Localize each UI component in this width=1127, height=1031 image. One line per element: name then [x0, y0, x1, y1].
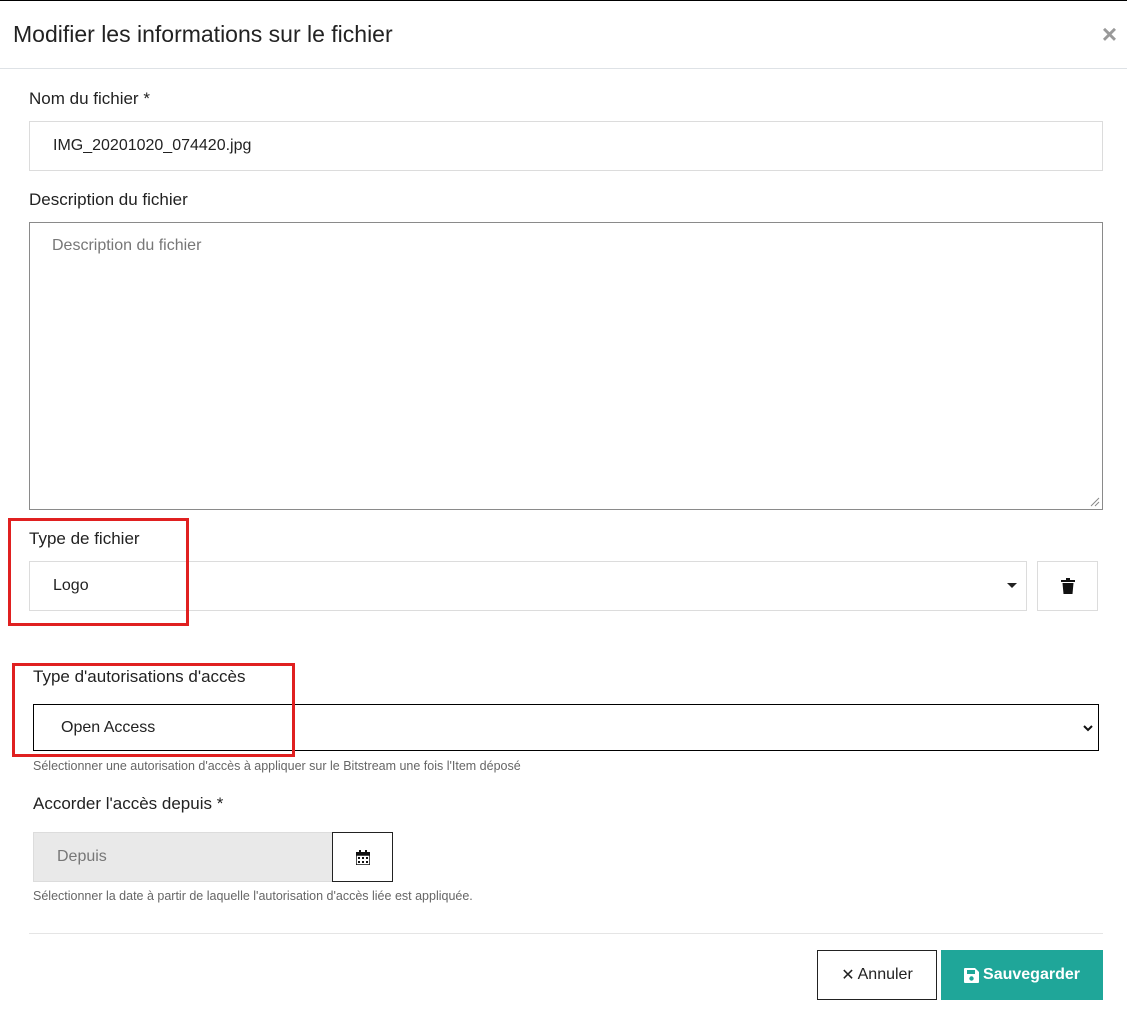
- delete-file-type-button[interactable]: [1037, 561, 1098, 611]
- access-type-help: Sélectionner une autorisation d'accès à …: [33, 759, 521, 773]
- chevron-down-icon: [1083, 724, 1093, 731]
- access-type-select[interactable]: Open Access: [33, 704, 1099, 751]
- modal-header: Modifier les informations sur le fichier…: [0, 1, 1127, 69]
- file-type-label: Type de fichier: [29, 529, 140, 548]
- trash-icon: [1060, 578, 1075, 594]
- save-button-label: Sauvegarder: [983, 966, 1080, 983]
- save-icon: [964, 967, 980, 983]
- calendar-button[interactable]: [332, 832, 393, 882]
- caret-down-icon: [1007, 583, 1017, 588]
- close-button[interactable]: ×: [1102, 21, 1117, 47]
- access-type-selected: Open Access: [61, 718, 156, 736]
- file-name-label: Nom du fichier *: [29, 89, 150, 108]
- grant-access-help: Sélectionner la date à partir de laquell…: [33, 889, 473, 903]
- resize-grip-icon[interactable]: [1090, 497, 1100, 507]
- cancel-button[interactable]: ✕ Annuler: [817, 950, 937, 1000]
- grant-access-date-input[interactable]: Depuis: [33, 832, 333, 882]
- file-name-input[interactable]: IMG_20201020_074420.jpg: [29, 121, 1103, 171]
- calendar-icon: [355, 849, 370, 865]
- grant-access-label: Accorder l'accès depuis *: [33, 794, 224, 813]
- footer-divider: [29, 933, 1103, 934]
- save-button[interactable]: Sauvegarder: [941, 950, 1103, 1000]
- file-description-label: Description du fichier: [29, 190, 188, 209]
- modal-title: Modifier les informations sur le fichier: [13, 21, 393, 47]
- access-type-label: Type d'autorisations d'accès: [33, 667, 246, 686]
- file-type-value: Logo: [53, 577, 89, 594]
- cancel-button-label: Annuler: [857, 966, 913, 983]
- file-type-dropdown[interactable]: Logo: [29, 561, 1027, 611]
- close-icon: ✕: [841, 967, 855, 984]
- file-description-textarea[interactable]: [29, 222, 1103, 510]
